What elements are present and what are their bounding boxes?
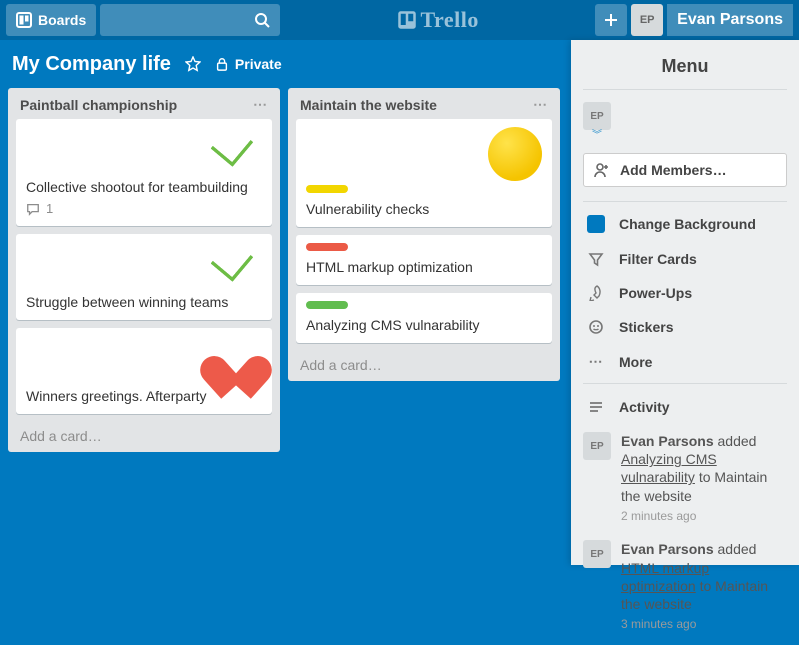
card[interactable]: Struggle between winning teams — [16, 234, 272, 320]
chevron-expand-icon: ︾ — [592, 126, 602, 141]
visibility-button[interactable]: Private — [215, 56, 282, 72]
list-title[interactable]: Maintain the website — [300, 97, 437, 113]
boards-label: Boards — [38, 12, 86, 28]
menu-item-label: Change Background — [619, 216, 756, 232]
card-title: Struggle between winning teams — [26, 294, 262, 310]
visibility-label: Private — [235, 56, 282, 72]
header-avatar[interactable]: EP — [631, 4, 663, 36]
background-swatch-icon — [587, 215, 605, 233]
card[interactable]: Analyzing CMS vulnarability — [296, 293, 552, 343]
activity-verb: added — [718, 541, 757, 557]
comment-icon — [26, 202, 40, 216]
star-button[interactable] — [185, 56, 201, 72]
board-title[interactable]: My Company life — [12, 53, 171, 76]
activity-icon — [588, 399, 604, 415]
rocket-icon — [588, 285, 604, 301]
card-label-red — [306, 243, 348, 251]
menu-item-label: Filter Cards — [619, 251, 697, 267]
activity-avatar[interactable]: EP — [583, 432, 611, 460]
boards-icon — [16, 12, 32, 28]
heart-sticker — [210, 336, 262, 384]
smile-sticker — [488, 127, 542, 181]
menu-list: Change Background Filter Cards Power-Ups… — [571, 202, 799, 383]
app-header: Boards Trello EP Evan Parsons — [0, 0, 799, 40]
menu-activity-header[interactable]: Activity — [571, 390, 799, 424]
menu-more[interactable]: ⋯ More — [571, 344, 799, 379]
menu-item-label: Stickers — [619, 319, 673, 335]
card-title: Collective shootout for teambuilding — [26, 179, 262, 195]
activity-time: 3 minutes ago — [621, 617, 787, 633]
add-card-button[interactable]: Add a card… — [296, 351, 552, 373]
logo-text: Trello — [421, 7, 479, 33]
list-menu-button[interactable]: ⋯ — [253, 96, 268, 113]
menu-title: Menu — [571, 40, 799, 89]
menu-stickers[interactable]: Stickers — [571, 310, 799, 344]
menu-change-background[interactable]: Change Background — [571, 206, 799, 242]
star-icon — [185, 56, 201, 72]
lock-icon — [215, 57, 229, 71]
card[interactable]: HTML markup optimization — [296, 235, 552, 285]
board-menu-panel: Menu EP ︾ Add Members… Change Background… — [571, 40, 799, 565]
add-members-label: Add Members… — [620, 162, 727, 178]
add-members-button[interactable]: Add Members… — [583, 153, 787, 187]
boards-button[interactable]: Boards — [6, 4, 96, 36]
check-sticker — [208, 127, 262, 175]
menu-item-label: Power-Ups — [619, 285, 692, 301]
card[interactable]: Winners greetings. Afterparty — [16, 328, 272, 414]
menu-filter-cards[interactable]: Filter Cards — [571, 242, 799, 276]
activity-time: 2 minutes ago — [621, 509, 787, 525]
search-input[interactable] — [100, 4, 280, 36]
check-sticker — [208, 242, 262, 290]
menu-item-label: More — [619, 354, 652, 370]
card-label-green — [306, 301, 348, 309]
create-button[interactable] — [595, 4, 627, 36]
activity-item: EP Evan Parsons added HTML markup optimi… — [571, 532, 799, 640]
card-title: Analyzing CMS vulnarability — [306, 317, 542, 333]
members-row: EP ︾ — [571, 90, 799, 153]
card-title: HTML markup optimization — [306, 259, 542, 275]
logo-icon — [397, 10, 417, 30]
list-menu-button[interactable]: ⋯ — [533, 96, 548, 113]
activity-label: Activity — [619, 399, 670, 415]
more-icon: ⋯ — [587, 353, 605, 370]
menu-power-ups[interactable]: Power-Ups — [571, 276, 799, 310]
plus-icon — [603, 12, 619, 28]
list: Maintain the website ⋯ Vulnerability che… — [288, 88, 560, 381]
card-title: Vulnerability checks — [306, 201, 542, 217]
activity-user: Evan Parsons — [621, 541, 714, 557]
activity-item: EP Evan Parsons added Analyzing CMS vuln… — [571, 424, 799, 532]
filter-icon — [588, 251, 604, 267]
comment-count: 1 — [46, 201, 53, 216]
list-title[interactable]: Paintball championship — [20, 97, 177, 113]
card[interactable]: Collective shootout for teambuilding 1 — [16, 119, 272, 226]
sticker-icon — [588, 319, 604, 335]
list: Paintball championship ⋯ Collective shoo… — [8, 88, 280, 452]
add-card-button[interactable]: Add a card… — [16, 422, 272, 444]
card[interactable]: Vulnerability checks — [296, 119, 552, 227]
add-member-icon — [594, 162, 610, 178]
activity-verb: added — [718, 433, 757, 449]
activity-avatar[interactable]: EP — [583, 540, 611, 568]
search-icon — [254, 12, 270, 28]
activity-user: Evan Parsons — [621, 433, 714, 449]
user-menu[interactable]: Evan Parsons — [667, 4, 793, 36]
card-label-yellow — [306, 185, 348, 193]
app-logo[interactable]: Trello — [284, 7, 591, 33]
